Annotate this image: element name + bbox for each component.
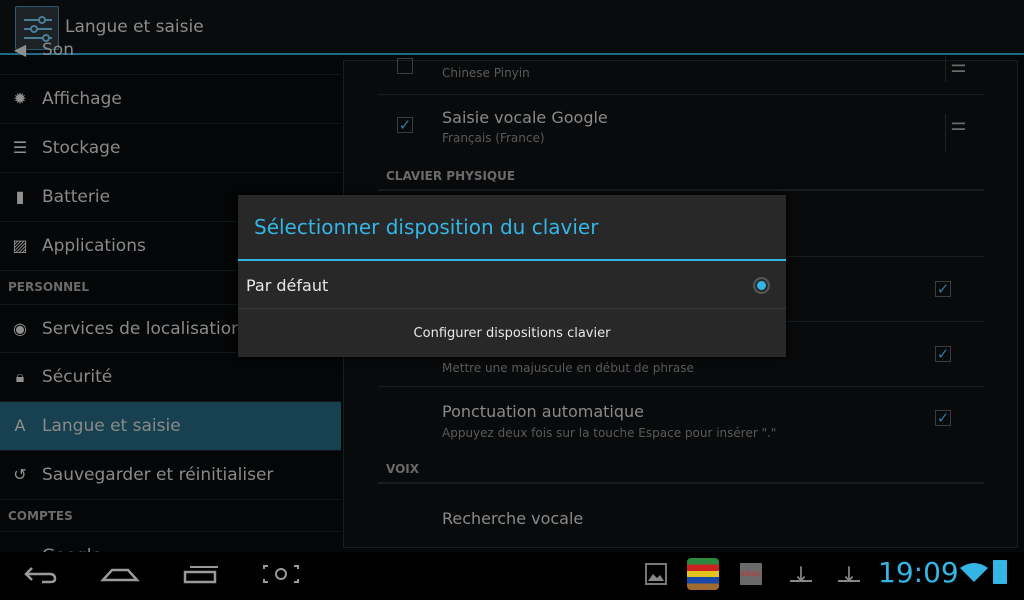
download-icon[interactable]: ↓	[790, 562, 812, 586]
keyboard-layout-dialog: Sélectionner disposition du clavier Par …	[238, 195, 786, 357]
ebay-notification-icon[interactable]: ebay	[740, 563, 762, 585]
checkbox-auto-punct[interactable]: ✓	[935, 410, 951, 426]
wifi-icon[interactable]	[960, 562, 988, 588]
configure-layouts-button[interactable]: Configurer dispositions clavier	[238, 310, 786, 357]
voice-input-subtitle: Français (France)	[442, 131, 545, 145]
auto-punct-subtitle: Appuyez deux fois sur la touche Espace p…	[442, 426, 777, 440]
checkbox-pinyin[interactable]	[397, 58, 413, 74]
download-icon[interactable]: ↓	[838, 562, 860, 586]
dialog-title: Sélectionner disposition du clavier	[254, 215, 599, 239]
sidebar-item-langue[interactable]: A Langue et saisie	[0, 402, 341, 451]
volume-icon: ◀	[13, 40, 27, 59]
screenshot-icon[interactable]	[262, 562, 300, 592]
sidebar-item-sauvegarder[interactable]: ↺ Sauvegarder et réinitialiser	[0, 451, 341, 500]
sidebar-item-stockage[interactable]: ☰ Stockage	[0, 124, 341, 173]
apps-icon: ▨	[12, 236, 28, 255]
checkbox-auto-caps[interactable]: ✓	[935, 346, 951, 362]
auto-caps-subtitle: Mettre une majuscule en début de phrase	[442, 361, 694, 375]
gallery-notification-icon[interactable]	[645, 563, 667, 585]
option-label: Par défaut	[246, 276, 329, 295]
battery-icon: ▮	[15, 187, 25, 206]
settings-sliders-icon[interactable]: ⚌	[945, 56, 971, 82]
brightness-icon: ✹	[13, 89, 27, 108]
auto-punct-title: Ponctuation automatique	[442, 402, 645, 421]
sidebar-item-affichage[interactable]: ✹ Affichage	[0, 75, 341, 124]
option-default[interactable]: Par défaut	[238, 261, 786, 309]
home-icon[interactable]	[100, 562, 140, 592]
sidebar-item-son[interactable]: ◀ Son	[0, 26, 341, 75]
language-icon: A	[14, 416, 26, 435]
pinyin-subtitle: Chinese Pinyin	[442, 66, 530, 80]
sidebar-item-securite[interactable]: 🔒︎ Sécurité	[0, 353, 341, 402]
divider	[378, 165, 984, 191]
radio-button-selected[interactable]	[753, 277, 770, 294]
checkbox-voice-input[interactable]: ✓	[397, 117, 413, 133]
voice-search-item[interactable]: Recherche vocale	[442, 509, 583, 528]
section-header-comptes: COMPTES	[8, 509, 73, 523]
divider	[378, 458, 984, 484]
lock-icon: 🔒︎	[15, 367, 25, 386]
clock[interactable]: 19:09	[878, 556, 959, 589]
location-icon: ◉	[13, 318, 27, 338]
back-icon[interactable]	[22, 562, 58, 592]
voice-input-title: Saisie vocale Google	[442, 108, 608, 127]
app-notification-icon[interactable]	[687, 558, 719, 590]
backup-icon: ↺	[13, 465, 27, 484]
settings-sliders-icon[interactable]: ⚌	[945, 114, 971, 152]
system-bar	[0, 552, 1024, 600]
checkbox-auto-replace[interactable]: ✓	[935, 281, 951, 297]
storage-icon: ☰	[12, 138, 28, 157]
recent-apps-icon[interactable]	[182, 562, 220, 592]
section-header-personnel: PERSONNEL	[8, 280, 90, 294]
battery-status-icon[interactable]	[993, 560, 1007, 584]
